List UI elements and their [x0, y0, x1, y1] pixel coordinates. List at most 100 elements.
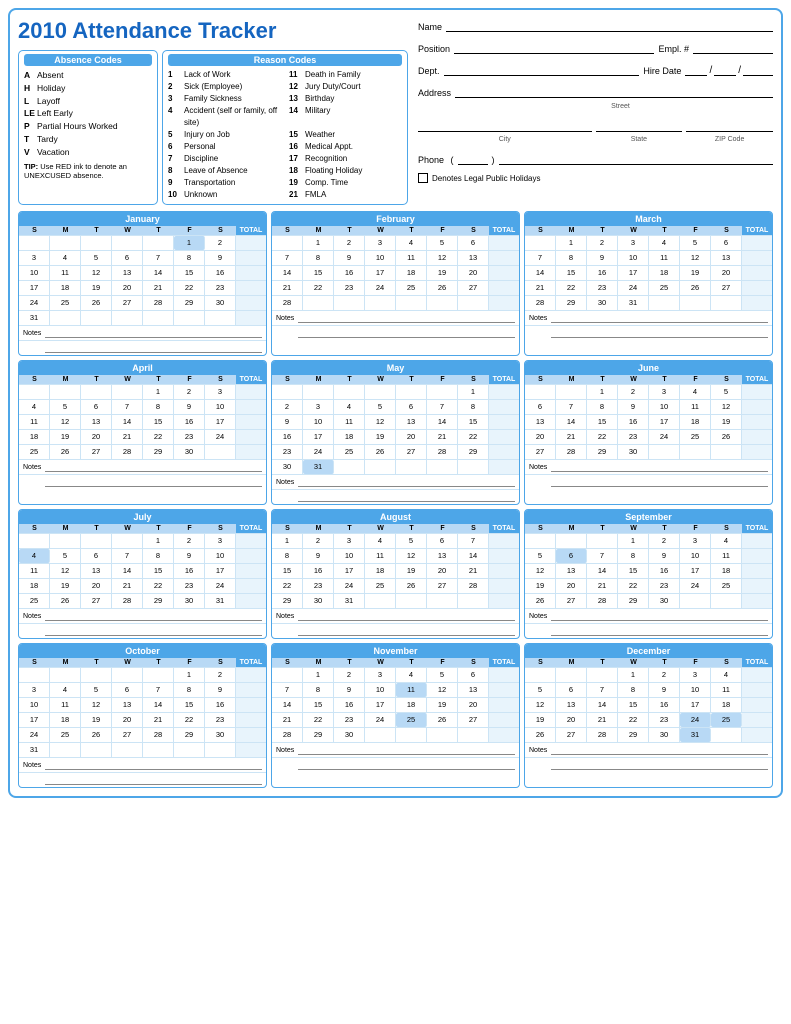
total-cell[interactable]	[742, 564, 772, 578]
cal-cell[interactable]: 19	[365, 430, 396, 444]
notes-field[interactable]	[551, 462, 768, 472]
total-cell[interactable]	[742, 683, 772, 697]
cal-cell[interactable]: 8	[556, 251, 587, 265]
cal-cell[interactable]: 12	[50, 564, 81, 578]
cal-cell[interactable]: 23	[649, 713, 680, 727]
cal-cell[interactable]: 17	[365, 698, 396, 712]
cal-cell[interactable]: 29	[174, 728, 205, 742]
cal-cell[interactable]: 25	[50, 296, 81, 310]
total-cell[interactable]	[742, 296, 772, 310]
cal-cell[interactable]: 18	[365, 564, 396, 578]
cal-cell[interactable]: 28	[112, 594, 143, 608]
cal-cell[interactable]: 7	[143, 683, 174, 697]
cal-cell[interactable]	[396, 296, 427, 310]
cal-cell[interactable]: 15	[303, 266, 334, 280]
cal-cell[interactable]: 28	[143, 296, 174, 310]
cal-cell[interactable]: 29	[143, 594, 174, 608]
cal-cell[interactable]: 26	[427, 713, 458, 727]
total-cell[interactable]	[742, 415, 772, 429]
cal-cell[interactable]: 8	[458, 400, 489, 414]
cal-cell[interactable]: 21	[143, 713, 174, 727]
hire-month[interactable]	[685, 62, 707, 76]
cal-cell[interactable]	[143, 311, 174, 325]
cal-cell[interactable]: 23	[334, 281, 365, 295]
total-cell[interactable]	[489, 564, 519, 578]
cal-cell[interactable]	[680, 296, 711, 310]
notes-field[interactable]	[298, 477, 515, 487]
notes-field-2[interactable]	[298, 492, 515, 502]
total-cell[interactable]	[236, 385, 266, 399]
cal-cell[interactable]: 20	[711, 266, 742, 280]
state-field[interactable]	[596, 118, 683, 132]
cal-cell[interactable]: 12	[81, 698, 112, 712]
cal-cell[interactable]: 11	[365, 549, 396, 563]
cal-cell[interactable]: 20	[525, 430, 556, 444]
total-cell[interactable]	[489, 430, 519, 444]
cal-cell[interactable]: 19	[525, 713, 556, 727]
cal-cell[interactable]: 13	[458, 251, 489, 265]
cal-cell[interactable]: 17	[680, 564, 711, 578]
cal-cell[interactable]: 25	[334, 445, 365, 459]
cal-cell[interactable]: 6	[396, 400, 427, 414]
cal-cell[interactable]: 7	[143, 251, 174, 265]
cal-cell[interactable]: 27	[81, 594, 112, 608]
cal-cell[interactable]: 2	[205, 668, 236, 682]
cal-cell[interactable]: 28	[272, 296, 303, 310]
cal-cell[interactable]: 18	[50, 281, 81, 295]
cal-cell[interactable]: 7	[272, 251, 303, 265]
cal-cell[interactable]: 17	[649, 415, 680, 429]
cal-cell[interactable]: 27	[112, 728, 143, 742]
cal-cell[interactable]: 5	[525, 683, 556, 697]
cal-cell[interactable]: 5	[50, 549, 81, 563]
cal-cell[interactable]	[81, 311, 112, 325]
cal-cell[interactable]: 16	[272, 430, 303, 444]
cal-cell[interactable]: 8	[618, 683, 649, 697]
cal-cell[interactable]: 21	[427, 430, 458, 444]
cal-cell[interactable]	[556, 534, 587, 548]
cal-cell[interactable]: 15	[458, 415, 489, 429]
cal-cell[interactable]: 28	[525, 296, 556, 310]
cal-cell[interactable]: 8	[174, 251, 205, 265]
cal-cell[interactable]	[112, 385, 143, 399]
cal-cell[interactable]: 10	[680, 549, 711, 563]
cal-cell[interactable]: 28	[458, 579, 489, 593]
cal-cell[interactable]	[205, 743, 236, 757]
total-cell[interactable]	[236, 281, 266, 295]
cal-cell[interactable]: 29	[556, 296, 587, 310]
cal-cell[interactable]: 10	[303, 415, 334, 429]
total-cell[interactable]	[236, 743, 266, 757]
cal-cell[interactable]: 3	[334, 534, 365, 548]
cal-cell[interactable]: 24	[365, 713, 396, 727]
cal-cell[interactable]: 3	[205, 385, 236, 399]
cal-cell[interactable]	[272, 668, 303, 682]
cal-cell[interactable]: 12	[711, 400, 742, 414]
total-cell[interactable]	[236, 236, 266, 250]
cal-cell[interactable]	[587, 668, 618, 682]
cal-cell[interactable]: 3	[680, 668, 711, 682]
cal-cell[interactable]	[205, 311, 236, 325]
cal-cell[interactable]: 16	[174, 564, 205, 578]
cal-cell[interactable]: 21	[556, 430, 587, 444]
position-field[interactable]	[454, 40, 654, 54]
cal-cell[interactable]	[81, 534, 112, 548]
cal-cell[interactable]: 17	[618, 266, 649, 280]
total-cell[interactable]	[236, 728, 266, 742]
cal-cell[interactable]: 24	[19, 296, 50, 310]
cal-cell[interactable]: 9	[334, 683, 365, 697]
notes-field-2[interactable]	[298, 626, 515, 636]
cal-cell[interactable]	[396, 594, 427, 608]
cal-cell[interactable]: 19	[711, 415, 742, 429]
total-cell[interactable]	[236, 311, 266, 325]
cal-cell[interactable]: 14	[427, 415, 458, 429]
cal-cell[interactable]	[458, 728, 489, 742]
cal-cell[interactable]: 4	[649, 236, 680, 250]
cal-cell[interactable]	[112, 743, 143, 757]
cal-cell[interactable]: 16	[334, 266, 365, 280]
total-cell[interactable]	[489, 683, 519, 697]
cal-cell[interactable]: 19	[81, 713, 112, 727]
cal-cell[interactable]	[112, 311, 143, 325]
cal-cell[interactable]: 20	[556, 579, 587, 593]
total-cell[interactable]	[742, 594, 772, 608]
cal-cell[interactable]: 20	[458, 266, 489, 280]
total-cell[interactable]	[742, 668, 772, 682]
